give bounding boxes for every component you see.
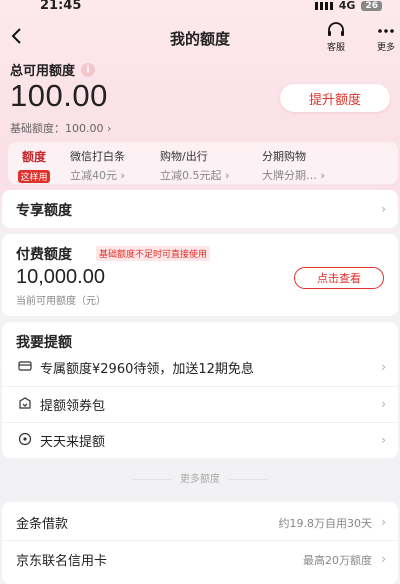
service-label: 客服 xyxy=(326,43,345,53)
view-button[interactable]: 点击查看 xyxy=(294,267,384,289)
quota-item-sub: 大牌分期… › xyxy=(262,169,325,182)
quota-item-title: 微信打白条 xyxy=(70,150,125,163)
raise-quota-button[interactable]: 提升额度 xyxy=(280,84,390,112)
more-item-jintiao[interactable]: 金条借款 约19.8万自用30天 › xyxy=(2,504,398,540)
network-label: 4G xyxy=(338,0,356,12)
raise-item-exclusive[interactable]: 专属额度¥2960待领，加送12期免息 › xyxy=(2,350,398,386)
exclusive-quota-row[interactable]: 专享额度 › xyxy=(2,190,398,228)
battery-icon: 26 xyxy=(361,0,382,11)
more-quota-card: 金条借款 约19.8万自用30天 › 京东联名信用卡 最高20万额度 › xyxy=(2,502,398,584)
base-quota-label: 基础额度： xyxy=(10,122,65,135)
total-available-label: 总可用额度 i xyxy=(10,60,96,79)
raise-section-title: 我要提额 xyxy=(16,335,72,351)
quota-item-sub: 立减40元 › xyxy=(70,169,125,182)
raise-item-text: 天天来提额 xyxy=(40,435,106,450)
paid-quota-label: 付费额度 xyxy=(16,247,72,263)
chevron-right-icon: › xyxy=(381,360,386,374)
more-item-name: 金条借款 xyxy=(16,517,69,532)
customer-service-button[interactable]: 客服 xyxy=(326,22,346,53)
chevron-right-icon: › xyxy=(381,552,386,566)
quota-usage-strip: 额度 这样用 微信打白条 立减40元 › 购物/出行 立减0.5元起 › 分期购… xyxy=(8,142,398,184)
paid-quota-hint: 基础额度不足时可直接使用 xyxy=(96,246,211,261)
chevron-right-icon: › xyxy=(381,397,386,411)
quota-item-sub: 立减0.5元起 › xyxy=(160,169,230,182)
quota-usage-tag: 额度 这样用 xyxy=(14,148,54,184)
more-item-desc: 约19.8万自用30天 xyxy=(278,517,373,530)
quota-tag-top: 额度 xyxy=(21,150,46,164)
chevron-right-icon: › xyxy=(107,122,112,135)
raise-item-coupon[interactable]: 提额领券包 › xyxy=(2,386,398,422)
chevron-right-icon: › xyxy=(381,433,386,447)
raise-quota-card: 我要提额 专属额度¥2960待领，加送12期免息 › 提额领券包 › 天天来提额… xyxy=(2,322,398,458)
raise-item-text: 提额领券包 xyxy=(40,399,106,414)
total-amount: 100.00 xyxy=(10,78,108,113)
top-bar: 我的额度 客服 更多 xyxy=(0,22,400,54)
status-time: 21:45 xyxy=(40,0,82,13)
raise-item-text: 专属额度¥2960待领，加送12期免息 xyxy=(40,362,254,377)
quota-item-wechat[interactable]: 微信打白条 立减40元 › xyxy=(70,148,125,183)
more-quota-divider: 更多额度 xyxy=(0,470,400,485)
more-button[interactable]: 更多 xyxy=(376,22,396,53)
chevron-right-icon: › xyxy=(381,515,386,529)
paid-quota-sub: 当前可用额度（元） xyxy=(16,296,106,307)
base-quota-line[interactable]: 基础额度：100.00 › xyxy=(10,120,111,136)
more-item-name: 京东联名信用卡 xyxy=(16,554,108,569)
exclusive-quota-label: 专享额度 xyxy=(16,203,72,219)
more-item-desc: 最高20万额度 xyxy=(303,554,372,567)
quota-item-shopping-travel[interactable]: 购物/出行 立减0.5元起 › xyxy=(160,148,229,183)
headset-icon xyxy=(328,22,344,36)
more-label: 更多 xyxy=(376,43,395,53)
paid-quota-amount: 10,000.00 xyxy=(16,266,105,288)
base-quota-value: 100.00 xyxy=(65,122,104,135)
status-bar: 21:45 4G 26 xyxy=(0,0,400,16)
quota-tag-bottom: 这样用 xyxy=(18,170,50,183)
target-icon xyxy=(18,432,32,446)
quota-item-installment[interactable]: 分期购物 大牌分期… › xyxy=(262,148,325,183)
chevron-right-icon: › xyxy=(381,202,386,216)
quota-item-title: 分期购物 xyxy=(262,150,306,163)
more-dots-icon xyxy=(378,29,394,33)
total-label-text: 总可用额度 xyxy=(10,64,76,79)
signal-icon xyxy=(314,1,333,10)
paid-quota-card: 付费额度 基础额度不足时可直接使用 10,000.00 当前可用额度（元） 点击… xyxy=(2,234,398,316)
card-icon xyxy=(18,361,32,371)
gift-icon xyxy=(19,397,31,409)
info-icon[interactable]: i xyxy=(81,62,96,77)
raise-item-daily[interactable]: 天天来提额 › xyxy=(2,422,398,458)
status-indicators: 4G 26 xyxy=(314,0,382,12)
quota-item-title: 购物/出行 xyxy=(160,150,208,163)
more-item-credit-card[interactable]: 京东联名信用卡 最高20万额度 › xyxy=(2,540,398,576)
